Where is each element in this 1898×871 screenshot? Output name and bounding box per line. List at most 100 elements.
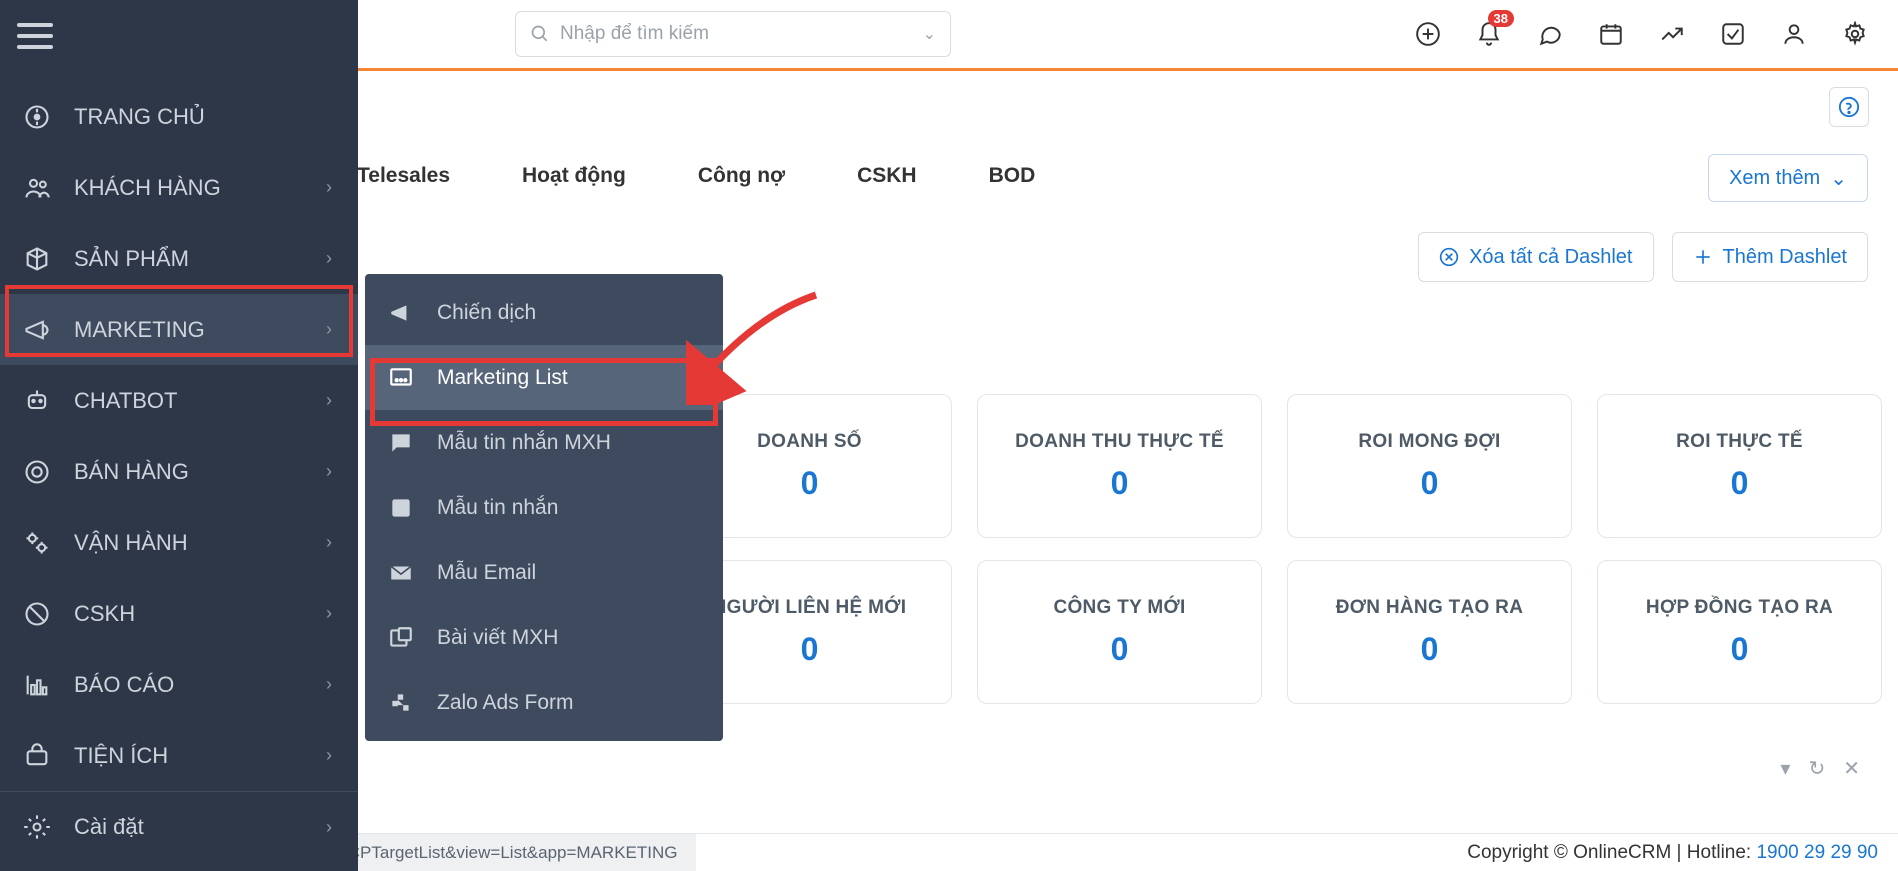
plus-icon — [1693, 247, 1713, 267]
submenu-email-template[interactable]: Mẫu Email — [365, 540, 723, 605]
user-icon[interactable] — [1781, 21, 1807, 47]
sidebar-item-chatbot[interactable]: CHATBOT › — [0, 365, 358, 436]
tab-telesales[interactable]: Telesales — [357, 164, 450, 188]
metric-title: ROI THỰC TẾ — [1676, 431, 1803, 453]
metric-value: 0 — [1111, 631, 1129, 668]
footer-copyright: Copyright © OnlineCRM | Hotline: 1900 29… — [1467, 842, 1898, 864]
metric-value: 0 — [1421, 631, 1439, 668]
sidebar-item-home[interactable]: TRANG CHỦ — [0, 81, 358, 152]
tab-bod[interactable]: BOD — [989, 164, 1036, 188]
submenu-label: Zalo Ads Form — [437, 691, 574, 715]
metric-value: 0 — [801, 465, 819, 502]
chart-icon[interactable] — [1659, 21, 1685, 47]
sidebar-item-label: KHÁCH HÀNG — [74, 175, 221, 201]
sidebar-item-marketing[interactable]: MARKETING › — [0, 294, 358, 365]
submenu-zalo-ads[interactable]: Zalo Ads Form — [365, 670, 723, 735]
submenu-label: Chiến dịch — [437, 301, 536, 325]
topbar-icons: 38 — [1415, 21, 1898, 47]
check-icon[interactable] — [1720, 21, 1746, 47]
view-more-button[interactable]: Xem thêm ⌄ — [1708, 154, 1868, 202]
chevron-right-icon: › — [326, 603, 332, 624]
metric-value: 0 — [1731, 465, 1749, 502]
sidebar-item-settings[interactable]: Cài đặt › — [0, 791, 358, 862]
calendar-icon[interactable] — [1598, 21, 1624, 47]
sidebar-item-product[interactable]: SẢN PHẨM › — [0, 223, 358, 294]
submenu-label: Mẫu tin nhắn — [437, 496, 558, 520]
sidebar-item-label: MARKETING — [74, 317, 205, 343]
hamburger-icon[interactable] — [0, 0, 70, 71]
chevron-right-icon: › — [326, 817, 332, 838]
search-input[interactable] — [560, 23, 923, 45]
submenu-msg-template[interactable]: Mẫu tin nhắn — [365, 475, 723, 540]
sidebar: TRANG CHỦ KHÁCH HÀNG › SẢN PHẨM › MARKETIN… — [0, 0, 358, 871]
chevron-right-icon: › — [326, 745, 332, 766]
metric-title: DOANH SỐ — [757, 431, 862, 453]
panel-controls: ▾ ↻ ✕ — [1780, 756, 1860, 781]
filter-icon[interactable]: ▾ — [1780, 756, 1790, 781]
submenu-marketing-list[interactable]: Marketing List — [365, 345, 723, 410]
sidebar-item-cskh[interactable]: CSKH › — [0, 578, 358, 649]
sidebar-item-label: TIỆN ÍCH — [74, 743, 168, 769]
chat-icon[interactable] — [1537, 21, 1563, 47]
submenu-sms-template[interactable]: Mẫu tin nhắn MXH — [365, 410, 723, 475]
chevron-right-icon: › — [326, 674, 332, 695]
refresh-icon[interactable]: ↻ — [1808, 756, 1825, 781]
metric-card: ĐƠN HÀNG TẠO RA 0 — [1287, 560, 1572, 704]
add-dashlet-button[interactable]: Thêm Dashlet — [1672, 232, 1869, 282]
submenu-label: Bài viết MXH — [437, 626, 558, 650]
search-icon — [530, 24, 550, 44]
sidebar-item-label: TRANG CHỦ — [74, 104, 205, 130]
chevron-right-icon: › — [326, 461, 332, 482]
metric-card: DOANH THU THỰC TẾ 0 — [977, 394, 1262, 538]
metric-card: ROI THỰC TẾ 0 — [1597, 394, 1882, 538]
marketing-submenu: Chiến dịch Marketing List Mẫu tin nhắn M… — [365, 274, 723, 741]
dashboard-tabs: Telesales Hoạt động Công nợ CSKH BOD — [357, 146, 1035, 206]
chevron-right-icon: › — [326, 248, 332, 269]
close-icon[interactable]: ✕ — [1843, 756, 1860, 781]
sidebar-item-label: VẬN HÀNH — [74, 530, 188, 556]
metric-title: CÔNG TY MỚI — [1053, 597, 1185, 619]
sidebar-item-sales[interactable]: BÁN HÀNG › — [0, 436, 358, 507]
search-box[interactable]: ⌄ — [515, 11, 951, 57]
bell-icon[interactable]: 38 — [1476, 21, 1502, 47]
metric-title: DOANH THU THỰC TẾ — [1015, 431, 1224, 453]
hotline-link[interactable]: 1900 29 29 90 — [1756, 842, 1878, 863]
notif-badge: 38 — [1488, 10, 1514, 27]
close-circle-icon — [1439, 247, 1459, 267]
tab-activity[interactable]: Hoạt động — [522, 164, 626, 188]
add-icon[interactable] — [1415, 21, 1441, 47]
metric-title: NGƯỜI LIÊN HỆ MỚI — [713, 597, 907, 619]
sidebar-item-utility[interactable]: TIỆN ÍCH › — [0, 720, 358, 791]
chevron-down-icon[interactable]: ⌄ — [923, 24, 936, 44]
chevron-right-icon: › — [326, 390, 332, 411]
sidebar-item-label: Cài đặt — [74, 814, 144, 840]
sidebar-item-report[interactable]: BÁO CÁO› — [0, 649, 358, 720]
sidebar-item-operate[interactable]: VẬN HÀNH › — [0, 507, 358, 578]
metric-value: 0 — [1111, 465, 1129, 502]
dashlet-actions: Xóa tất cả Dashlet Thêm Dashlet — [1418, 232, 1868, 282]
gear-icon[interactable] — [1842, 21, 1868, 47]
submenu-label: Mẫu Email — [437, 561, 536, 585]
submenu-social-post[interactable]: Bài viết MXH — [365, 605, 723, 670]
view-more-label: Xem thêm — [1729, 167, 1820, 190]
chevron-down-icon: ⌄ — [1830, 166, 1847, 191]
sidebar-item-label: BÁN HÀNG — [74, 459, 189, 485]
tab-debt[interactable]: Công nợ — [698, 164, 785, 188]
sidebar-item-label: CHATBOT — [74, 388, 177, 414]
metric-card: CÔNG TY MỚI 0 — [977, 560, 1262, 704]
copyright-text: Copyright © OnlineCRM | Hotline: — [1467, 842, 1756, 863]
chevron-right-icon: › — [326, 532, 332, 553]
delete-all-dashlet-button[interactable]: Xóa tất cả Dashlet — [1418, 232, 1653, 282]
metric-value: 0 — [1421, 465, 1439, 502]
sidebar-item-label: SẢN PHẨM — [74, 246, 189, 272]
chevron-right-icon: › — [326, 319, 332, 340]
sidebar-item-customer[interactable]: KHÁCH HÀNG › — [0, 152, 358, 223]
sidebar-item-label: CSKH — [74, 601, 135, 627]
tab-cskh[interactable]: CSKH — [857, 164, 917, 188]
submenu-label: Mẫu tin nhắn MXH — [437, 431, 611, 455]
help-button[interactable] — [1829, 87, 1869, 127]
chevron-right-icon: › — [326, 177, 332, 198]
submenu-campaign[interactable]: Chiến dịch — [365, 280, 723, 345]
metric-title: ĐƠN HÀNG TẠO RA — [1336, 597, 1523, 619]
metric-card: ROI MONG ĐỢI0 — [1287, 394, 1572, 538]
